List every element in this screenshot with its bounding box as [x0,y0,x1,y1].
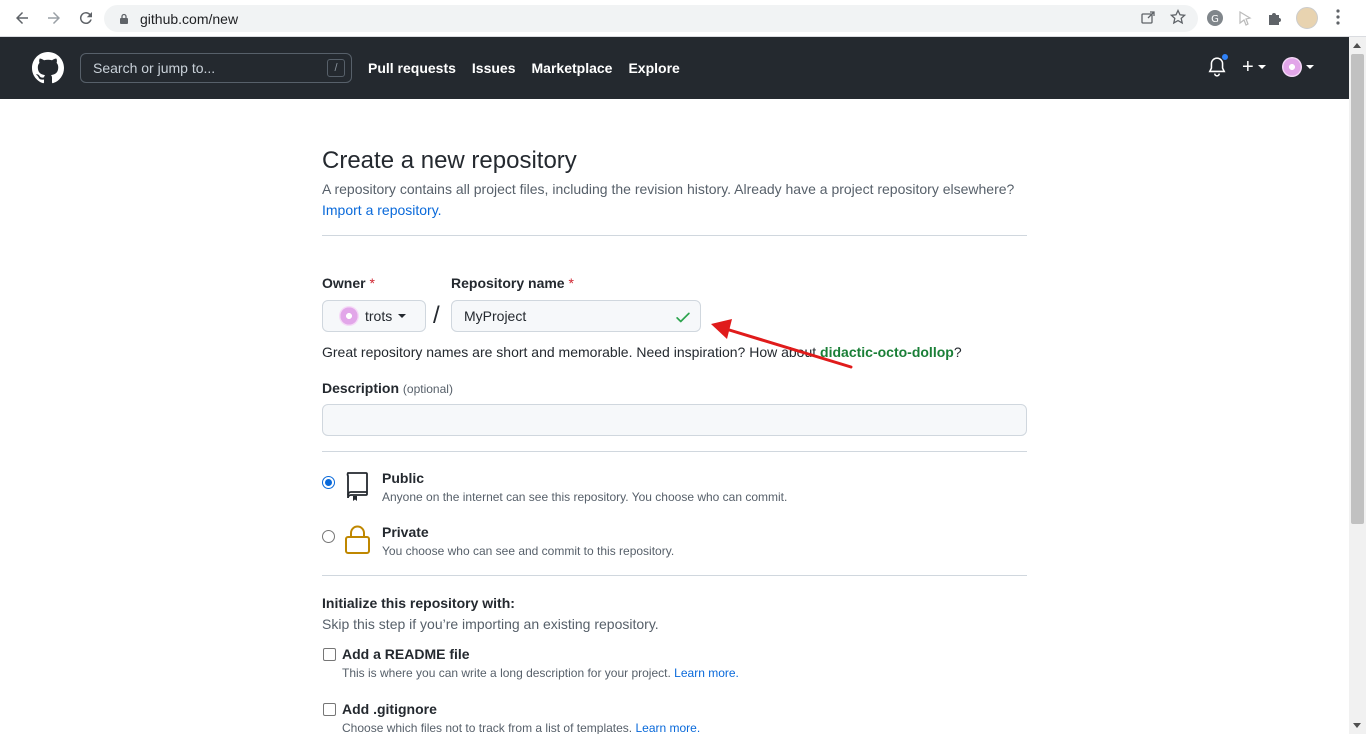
readme-learn-more-link[interactable]: Learn more. [674,666,739,680]
github-logo-icon[interactable] [32,52,64,84]
notifications-bell-icon[interactable] [1208,53,1229,77]
public-description: Anyone on the internet can see this repo… [382,490,788,504]
readme-title: Add a README file [342,646,470,662]
create-new-dropdown[interactable]: + [1242,57,1266,77]
hint-suffix: ? [953,344,962,360]
nav-marketplace[interactable]: Marketplace [532,60,613,76]
repo-name-value: MyProject [464,308,527,324]
github-header: Search or jump to... / Pull requests Iss… [0,37,1349,99]
share-icon[interactable] [1140,9,1156,25]
gitignore-desc-text: Choose which files not to track from a l… [342,721,633,734]
repo-name-label: Repository name * [451,275,574,291]
required-mark: * [568,275,574,291]
extension-cursor-icon[interactable] [1236,9,1254,27]
svg-text:G: G [1211,14,1219,25]
gitignore-checkbox[interactable] [323,703,336,716]
caret-down-icon [398,314,407,318]
notification-dot [1221,53,1229,61]
caret-down-icon [1305,65,1314,69]
nav-explore[interactable]: Explore [628,60,679,76]
lock-icon [120,13,128,24]
repo-name-input[interactable]: MyProject [451,300,701,332]
github-nav: Pull requests Issues Marketplace Explore [368,60,680,76]
nav-pull-requests[interactable]: Pull requests [368,60,456,76]
owner-label: Owner * [322,275,375,291]
readme-desc-text: This is where you can write a long descr… [342,666,671,680]
chrome-menu-icon[interactable] [1336,9,1340,28]
search-placeholder: Search or jump to... [93,60,216,76]
public-radio[interactable] [322,476,335,489]
readme-checkbox[interactable] [323,648,336,661]
init-section-title: Initialize this repository with: [322,595,515,611]
divider [322,235,1027,236]
subtitle-text: A repository contains all project files,… [322,181,1015,197]
divider [322,451,1027,452]
chrome-profile-avatar[interactable] [1296,7,1318,29]
gitignore-learn-more-link[interactable]: Learn more. [635,721,700,734]
plus-icon: + [1242,56,1254,78]
check-icon [676,312,690,323]
repo-book-icon [346,472,368,501]
forward-icon[interactable] [38,2,70,34]
page-subtitle: A repository contains all project files,… [322,179,1032,221]
readme-description: This is where you can write a long descr… [342,666,739,680]
divider [322,575,1027,576]
hint-text: Great repository names are short and mem… [322,344,817,360]
url-text: github.com/new [140,10,239,27]
page-scrollbar[interactable] [1349,37,1366,734]
bookmark-star-icon[interactable] [1170,9,1186,25]
private-title: Private [382,524,429,540]
private-radio[interactable] [322,530,335,543]
scroll-down-arrow-icon[interactable] [1353,723,1361,728]
back-icon[interactable] [6,2,38,34]
owner-avatar [339,306,359,326]
import-repository-link[interactable]: Import a repository. [322,202,442,218]
caret-down-icon [1257,65,1266,69]
annotation-arrow [711,319,853,369]
user-avatar [1281,57,1302,77]
scroll-thumb[interactable] [1351,54,1364,524]
owner-label-text: Owner [322,275,366,291]
lock-icon [345,525,370,554]
name-suggestion-link[interactable]: didactic-octo-dollop [820,344,954,360]
page-title: Create a new repository [322,147,577,174]
nav-issues[interactable]: Issues [472,60,516,76]
repo-name-hint: Great repository names are short and mem… [322,344,962,360]
user-menu-dropdown[interactable] [1281,57,1314,77]
scroll-up-arrow-icon[interactable] [1353,43,1361,48]
gitignore-title: Add .gitignore [342,701,437,717]
owner-select-button[interactable]: trots [322,300,426,332]
gitignore-description: Choose which files not to track from a l… [342,721,700,734]
owner-repo-separator: / [433,302,440,329]
owner-value: trots [365,308,393,324]
optional-tag: (optional) [402,382,453,396]
public-title: Public [382,470,425,486]
required-mark: * [369,275,375,291]
description-label-text: Description [322,380,400,396]
search-shortcut-key: / [327,59,345,77]
private-description: You choose who can see and commit to thi… [382,544,675,558]
extension-grammar-icon[interactable]: G [1206,9,1224,27]
reload-icon[interactable] [70,2,102,34]
description-label: Description (optional) [322,380,453,396]
extensions-puzzle-icon[interactable] [1266,9,1284,27]
description-input[interactable] [322,404,1027,436]
repo-label-text: Repository name [451,275,565,291]
init-section-subtitle: Skip this step if you’re importing an ex… [322,616,659,632]
browser-toolbar: github.com/new G [0,0,1366,37]
github-search-input[interactable]: Search or jump to... / [80,53,352,83]
address-bar[interactable]: github.com/new [104,5,1198,32]
